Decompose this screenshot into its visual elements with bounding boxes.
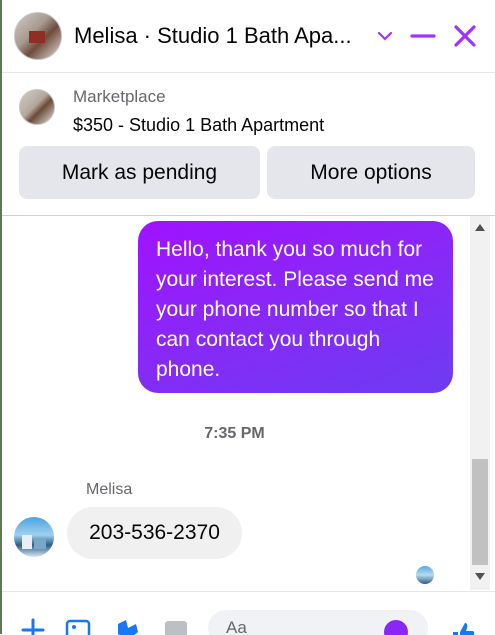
marketplace-banner: Marketplace $350 - Studio 1 Bath Apartme… bbox=[2, 73, 495, 216]
scroll-down-arrow-icon[interactable] bbox=[475, 573, 485, 580]
outgoing-message[interactable]: Hello, thank you so much for your intere… bbox=[138, 221, 453, 393]
composer-bar: Aa bbox=[2, 591, 495, 635]
thumbs-up-icon[interactable] bbox=[450, 620, 476, 635]
listing-title[interactable]: $350 - Studio 1 Bath Apartment bbox=[73, 115, 324, 136]
contact-avatar[interactable] bbox=[14, 12, 62, 60]
sticker-icon[interactable] bbox=[114, 616, 142, 635]
photo-icon[interactable] bbox=[64, 616, 92, 635]
scrollbar-thumb[interactable] bbox=[472, 459, 488, 565]
close-icon[interactable] bbox=[450, 20, 480, 52]
scroll-up-arrow-icon[interactable] bbox=[475, 224, 485, 231]
plus-icon[interactable] bbox=[19, 616, 47, 635]
sender-avatar[interactable] bbox=[14, 517, 54, 557]
sender-name: Melisa bbox=[86, 481, 133, 498]
minimize-icon[interactable] bbox=[408, 20, 438, 52]
chevron-down-icon[interactable] bbox=[370, 20, 400, 52]
mark-pending-button[interactable]: Mark as pending bbox=[19, 146, 260, 199]
chat-title[interactable]: Melisa · Studio 1 Bath Apa... bbox=[74, 22, 352, 50]
marketplace-label: Marketplace bbox=[73, 87, 166, 106]
message-timestamp: 7:35 PM bbox=[204, 425, 265, 442]
message-list[interactable]: Hello, thank you so much for your intere… bbox=[2, 216, 495, 590]
incoming-message[interactable]: 203-536-2370 bbox=[67, 507, 242, 559]
chat-header: Melisa · Studio 1 Bath Apa... bbox=[2, 0, 495, 73]
listing-thumbnail[interactable] bbox=[19, 89, 55, 125]
more-options-button[interactable]: More options bbox=[267, 146, 475, 199]
message-input-placeholder: Aa bbox=[226, 618, 247, 635]
read-receipt-avatar bbox=[416, 566, 434, 584]
gif-icon[interactable] bbox=[162, 616, 190, 635]
